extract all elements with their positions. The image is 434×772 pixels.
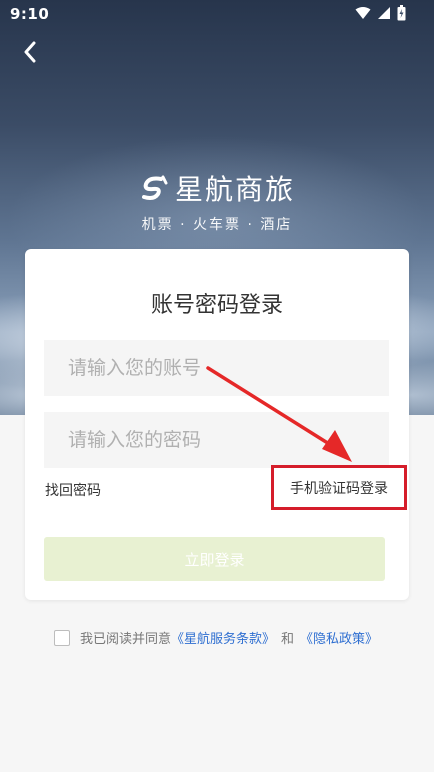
password-input[interactable] [44,412,389,468]
agreement-checkbox[interactable] [54,629,70,646]
brand-header: 星航商旅 机票 · 火车票 · 酒店 [0,168,434,234]
login-card-title: 账号密码登录 [150,293,283,318]
status-bar: 9:10 [0,0,434,28]
back-chevron-icon [24,41,36,63]
sms-login-link[interactable]: 手机验证码登录 [271,465,407,510]
brand-row: 星航商旅 [139,168,295,208]
status-time: 9:10 [10,5,50,23]
forgot-password-link[interactable]: 找回密码 [45,480,101,500]
brand-logo-icon [141,175,168,200]
account-input[interactable] [44,340,389,396]
login-button-label: 立即登录 [184,550,245,569]
signal-icon [378,7,390,19]
brand-name: 星航商旅 [174,173,295,206]
status-icons [355,5,406,21]
terms-link[interactable]: 《星航服务条款》 [171,628,275,647]
battery-icon [397,5,406,21]
privacy-link[interactable]: 《隐私政策》 [300,628,378,647]
back-button[interactable] [16,38,44,66]
agreement-and: 和 [281,632,295,647]
login-button[interactable]: 立即登录 [44,537,385,581]
login-screen: 9:10 星航商旅 机票 · 火车票 · 酒店 账号密码登录 请输入您的账号 找… [0,0,434,772]
wifi-icon [355,7,371,19]
agreement-row: 我已阅读并同意 《星航服务条款》 和 《隐私政策》 [54,628,378,647]
login-card: 账号密码登录 找回密码 手机验证码登录 立即登录 [25,249,409,600]
brand-tagline: 机票 · 火车票 · 酒店 [141,217,293,233]
agreement-prefix: 我已阅读并同意 [80,632,172,647]
sms-login-label: 手机验证码登录 [290,480,388,497]
